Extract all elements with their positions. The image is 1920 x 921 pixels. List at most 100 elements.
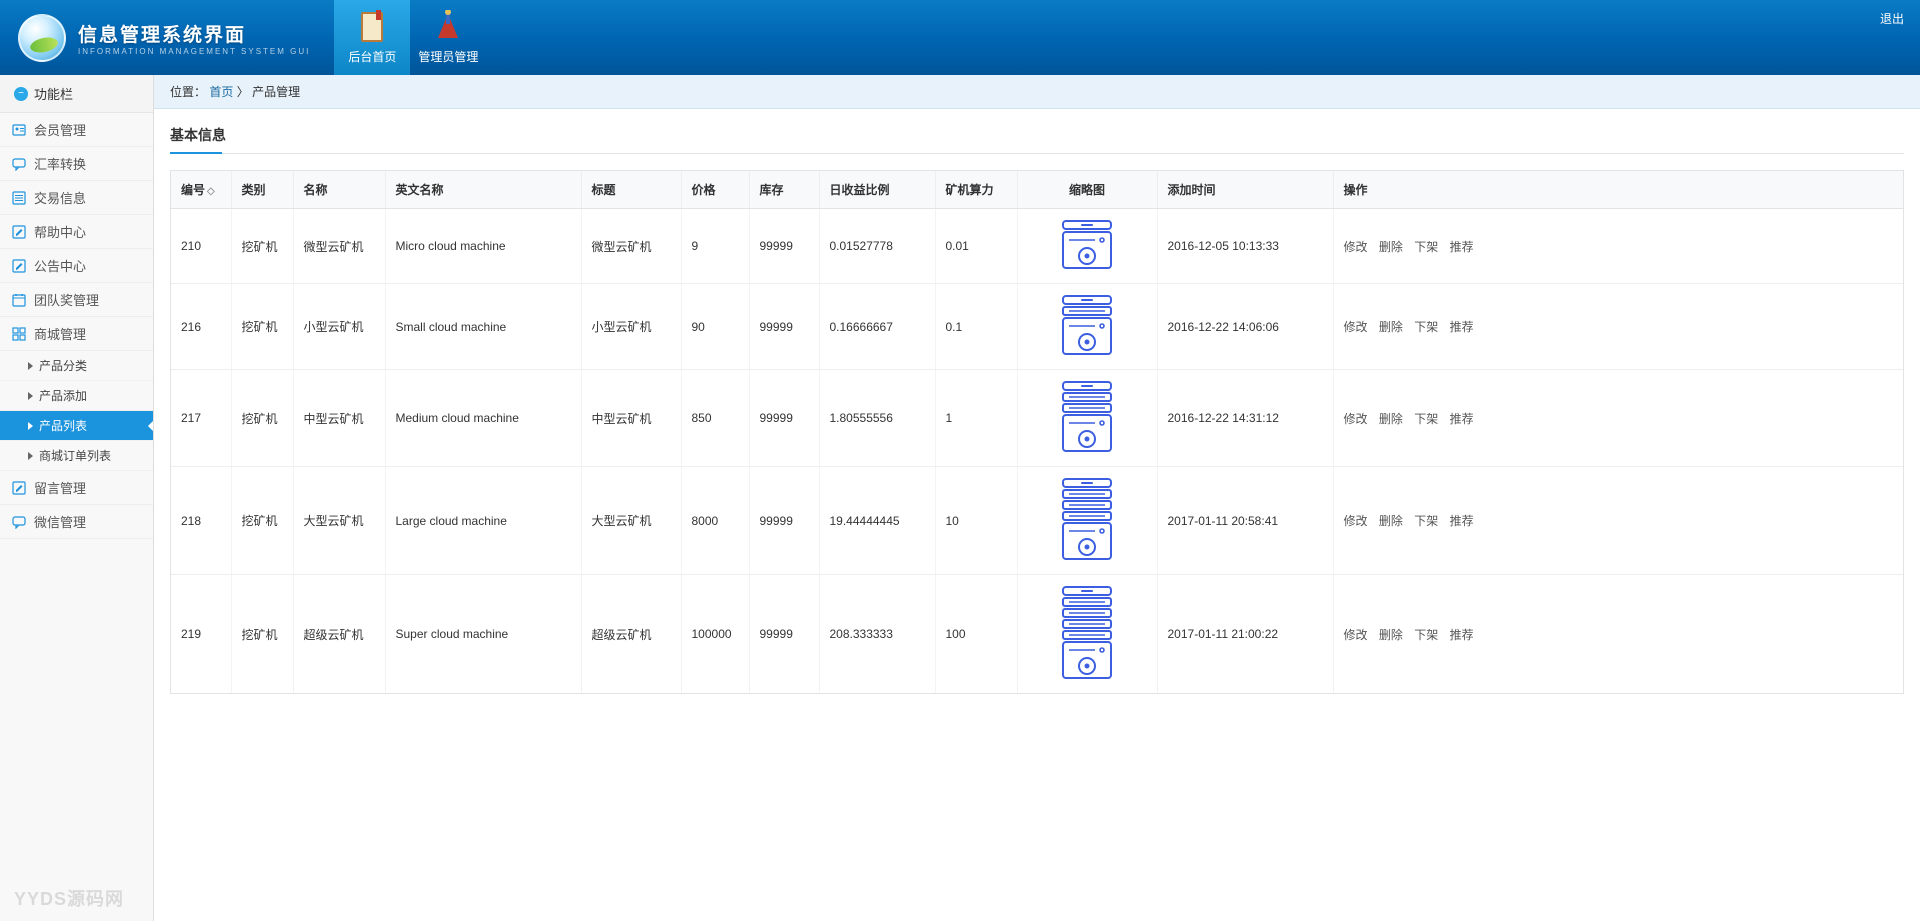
sidebar-item[interactable]: 帮助中心: [0, 215, 153, 249]
cell-price: 850: [681, 370, 749, 467]
top-nav-home[interactable]: 后台首页: [334, 0, 410, 75]
delete-link[interactable]: 删除: [1379, 412, 1403, 426]
delete-link[interactable]: 删除: [1379, 514, 1403, 528]
th-daily-ratio[interactable]: 日收益比例: [819, 171, 935, 209]
delete-link[interactable]: 删除: [1379, 320, 1403, 334]
edit-link[interactable]: 修改: [1344, 514, 1368, 528]
th-thumb[interactable]: 缩略图: [1017, 171, 1157, 209]
cell-price: 90: [681, 284, 749, 370]
sidebar-subitem-label: 商城订单列表: [39, 447, 111, 464]
cell-hashrate: 100: [935, 575, 1017, 694]
logout-link[interactable]: 退出: [1880, 10, 1904, 27]
th-stock[interactable]: 库存: [749, 171, 819, 209]
cell-price: 9: [681, 209, 749, 284]
sidebar-item[interactable]: 汇率转换: [0, 147, 153, 181]
th-price[interactable]: 价格: [681, 171, 749, 209]
cell-price: 8000: [681, 467, 749, 575]
th-created[interactable]: 添加时间: [1157, 171, 1333, 209]
cell-id: 210: [171, 209, 231, 284]
sidebar-item-label: 团队奖管理: [34, 290, 99, 309]
th-ops[interactable]: 操作: [1333, 171, 1903, 209]
offshelf-link[interactable]: 下架: [1414, 514, 1438, 528]
cell-category: 挖矿机: [231, 370, 293, 467]
edit-link[interactable]: 修改: [1344, 412, 1368, 426]
cell-thumb: [1017, 370, 1157, 467]
sidebar-item[interactable]: 交易信息: [0, 181, 153, 215]
table-row: 217 挖矿机 中型云矿机 Medium cloud machine 中型云矿机…: [171, 370, 1903, 467]
sidebar-subitem-label: 产品添加: [39, 387, 87, 404]
offshelf-link[interactable]: 下架: [1414, 240, 1438, 254]
table-body: 210 挖矿机 微型云矿机 Micro cloud machine 微型云矿机 …: [171, 209, 1903, 694]
cell-price: 100000: [681, 575, 749, 694]
sidebar-title: − 功能栏: [0, 75, 153, 113]
app-header: 信息管理系统界面 INFORMATION MANAGEMENT SYSTEM G…: [0, 0, 1920, 75]
recommend-link[interactable]: 推荐: [1450, 514, 1474, 528]
logo-icon: [18, 14, 66, 62]
server-rack-icon: [1061, 477, 1113, 561]
cell-title: 超级云矿机: [581, 575, 681, 694]
sidebar-subitem[interactable]: 产品添加: [0, 381, 153, 411]
edit-link[interactable]: 修改: [1344, 628, 1368, 642]
cell-daily-ratio: 1.80555556: [819, 370, 935, 467]
cell-created: 2017-01-11 20:58:41: [1157, 467, 1333, 575]
sidebar-subitem-label: 产品分类: [39, 357, 87, 374]
breadcrumb-home[interactable]: 首页: [209, 85, 233, 99]
cell-category: 挖矿机: [231, 575, 293, 694]
cell-thumb: [1017, 284, 1157, 370]
cell-category: 挖矿机: [231, 467, 293, 575]
logo-text: 信息管理系统界面 INFORMATION MANAGEMENT SYSTEM G…: [78, 20, 310, 56]
cell-id: 217: [171, 370, 231, 467]
cell-thumb: [1017, 209, 1157, 284]
sidebar-item[interactable]: 微信管理: [0, 505, 153, 539]
chat-icon: [12, 515, 26, 529]
sidebar-subitem[interactable]: 产品分类: [0, 351, 153, 381]
cell-hashrate: 0.01: [935, 209, 1017, 284]
sidebar-subitem[interactable]: 商城订单列表: [0, 441, 153, 471]
th-category[interactable]: 类别: [231, 171, 293, 209]
th-en-name[interactable]: 英文名称: [385, 171, 581, 209]
recommend-link[interactable]: 推荐: [1450, 412, 1474, 426]
th-name[interactable]: 名称: [293, 171, 385, 209]
sidebar-item[interactable]: 公告中心: [0, 249, 153, 283]
cell-name: 大型云矿机: [293, 467, 385, 575]
triangle-right-icon: [28, 422, 33, 430]
sidebar-item-label: 微信管理: [34, 512, 86, 531]
cell-stock: 99999: [749, 284, 819, 370]
cell-hashrate: 0.1: [935, 284, 1017, 370]
recommend-link[interactable]: 推荐: [1450, 320, 1474, 334]
edit-icon: [12, 225, 26, 239]
sidebar-item[interactable]: 留言管理: [0, 471, 153, 505]
th-title[interactable]: 标题: [581, 171, 681, 209]
recommend-link[interactable]: 推荐: [1450, 628, 1474, 642]
sidebar-item[interactable]: 会员管理: [0, 113, 153, 147]
user-card-icon: [12, 123, 26, 137]
minus-circle-icon: −: [14, 87, 28, 101]
offshelf-link[interactable]: 下架: [1414, 628, 1438, 642]
cell-daily-ratio: 0.01527778: [819, 209, 935, 284]
edit-icon: [12, 481, 26, 495]
cell-daily-ratio: 208.333333: [819, 575, 935, 694]
cell-title: 中型云矿机: [581, 370, 681, 467]
recommend-link[interactable]: 推荐: [1450, 240, 1474, 254]
offshelf-link[interactable]: 下架: [1414, 412, 1438, 426]
cell-id: 219: [171, 575, 231, 694]
sidebar-item[interactable]: 商城管理: [0, 317, 153, 351]
sidebar-item[interactable]: 团队奖管理: [0, 283, 153, 317]
th-id[interactable]: 编号◇: [171, 171, 231, 209]
sidebar-subitem[interactable]: 产品列表: [0, 411, 153, 441]
cell-thumb: [1017, 575, 1157, 694]
cell-ops: 修改 删除 下架 推荐: [1333, 370, 1903, 467]
edit-link[interactable]: 修改: [1344, 320, 1368, 334]
cell-created: 2017-01-11 21:00:22: [1157, 575, 1333, 694]
cell-name: 微型云矿机: [293, 209, 385, 284]
top-nav-admin[interactable]: 管理员管理: [410, 0, 486, 75]
th-hashrate[interactable]: 矿机算力: [935, 171, 1017, 209]
delete-link[interactable]: 删除: [1379, 628, 1403, 642]
cell-title: 微型云矿机: [581, 209, 681, 284]
delete-link[interactable]: 删除: [1379, 240, 1403, 254]
sidebar-title-label: 功能栏: [34, 84, 73, 103]
edit-link[interactable]: 修改: [1344, 240, 1368, 254]
cell-hashrate: 10: [935, 467, 1017, 575]
offshelf-link[interactable]: 下架: [1414, 320, 1438, 334]
cell-ops: 修改 删除 下架 推荐: [1333, 575, 1903, 694]
